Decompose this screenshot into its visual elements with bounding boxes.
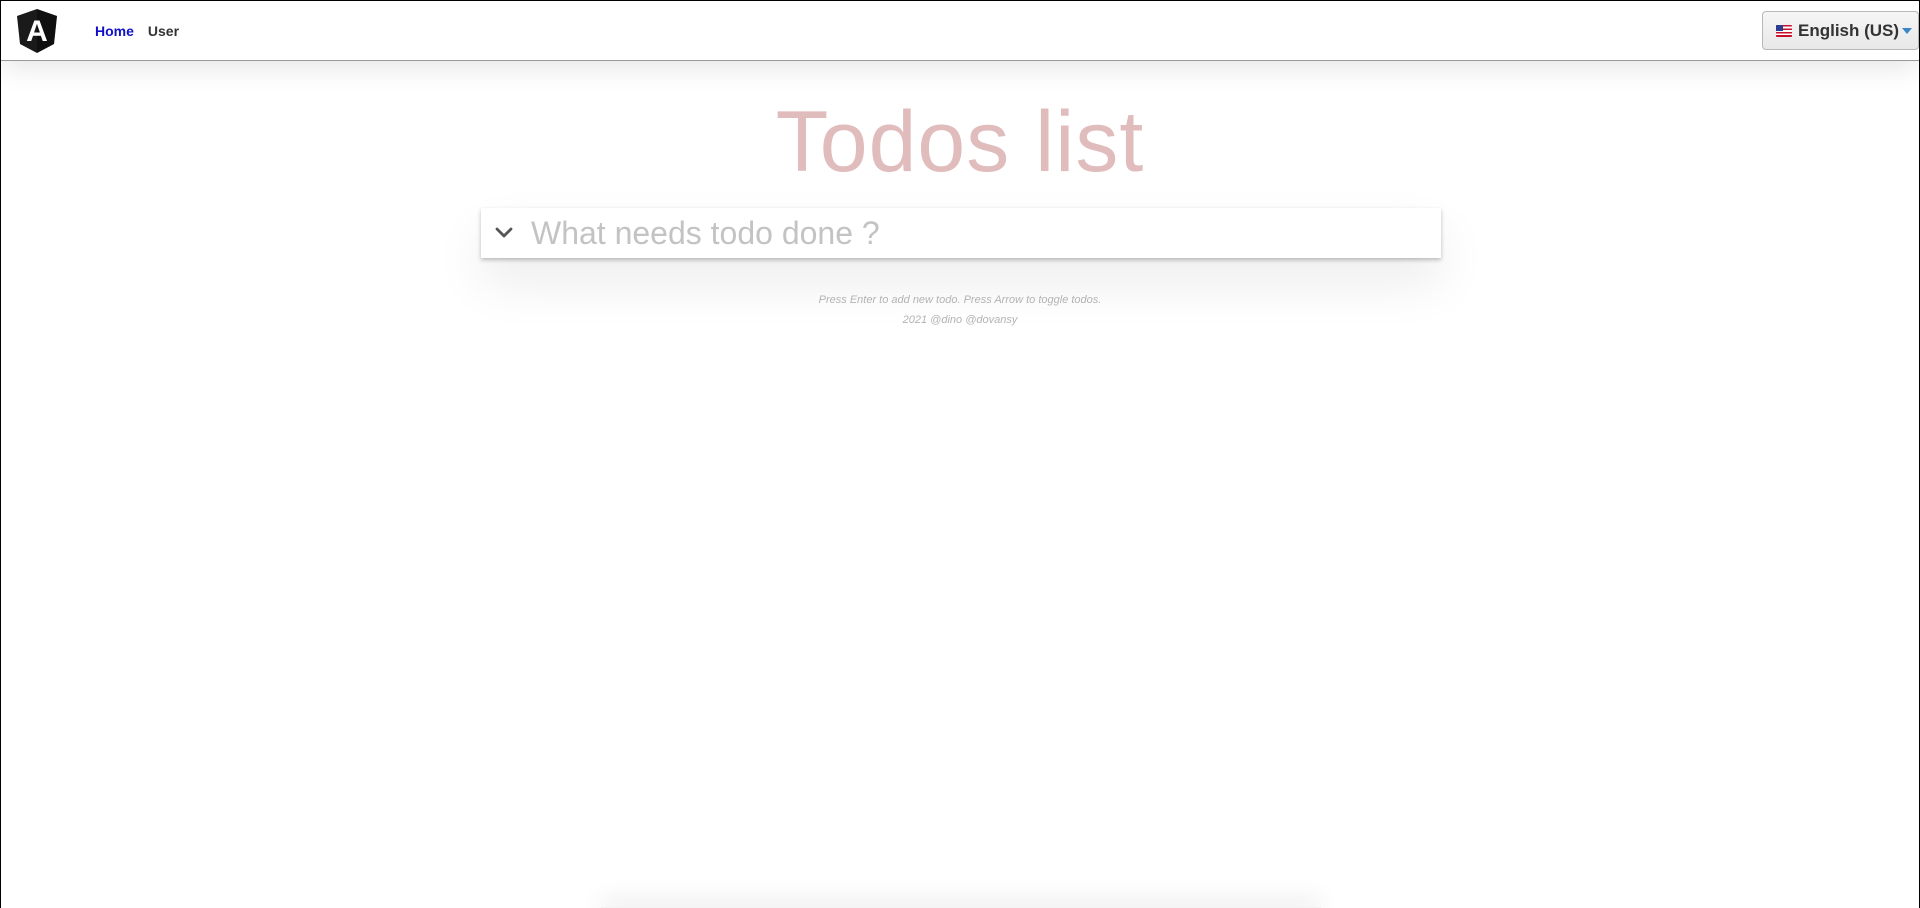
nav-link-user[interactable]: User (148, 23, 179, 39)
svg-text:A: A (26, 15, 48, 48)
nav-links: Home User (95, 23, 179, 39)
new-todo-input[interactable] (527, 208, 1441, 258)
language-select-value: English (US) (1798, 20, 1900, 40)
app-window: A Home User English (US) Todos list Pres… (0, 0, 1920, 908)
nav-link-home[interactable]: Home (95, 23, 134, 39)
info-footer: Press Enter to add new todo. Press Arrow… (1, 290, 1919, 330)
navbar: A Home User English (US) (1, 1, 1919, 61)
hint-text: Press Enter to add new todo. Press Arrow… (818, 294, 1102, 306)
language-select[interactable]: English (US) (1762, 11, 1919, 50)
chevron-down-icon (495, 227, 513, 238)
toggle-all-button[interactable] (481, 208, 527, 258)
us-flag-icon (1776, 24, 1792, 37)
angular-logo-icon[interactable]: A (15, 8, 59, 54)
credit-text: 2021 @dino @dovansy (902, 314, 1018, 326)
caret-down-icon (1902, 27, 1913, 34)
page-title: Todos list (775, 94, 1145, 190)
new-todo-box (481, 208, 1441, 258)
